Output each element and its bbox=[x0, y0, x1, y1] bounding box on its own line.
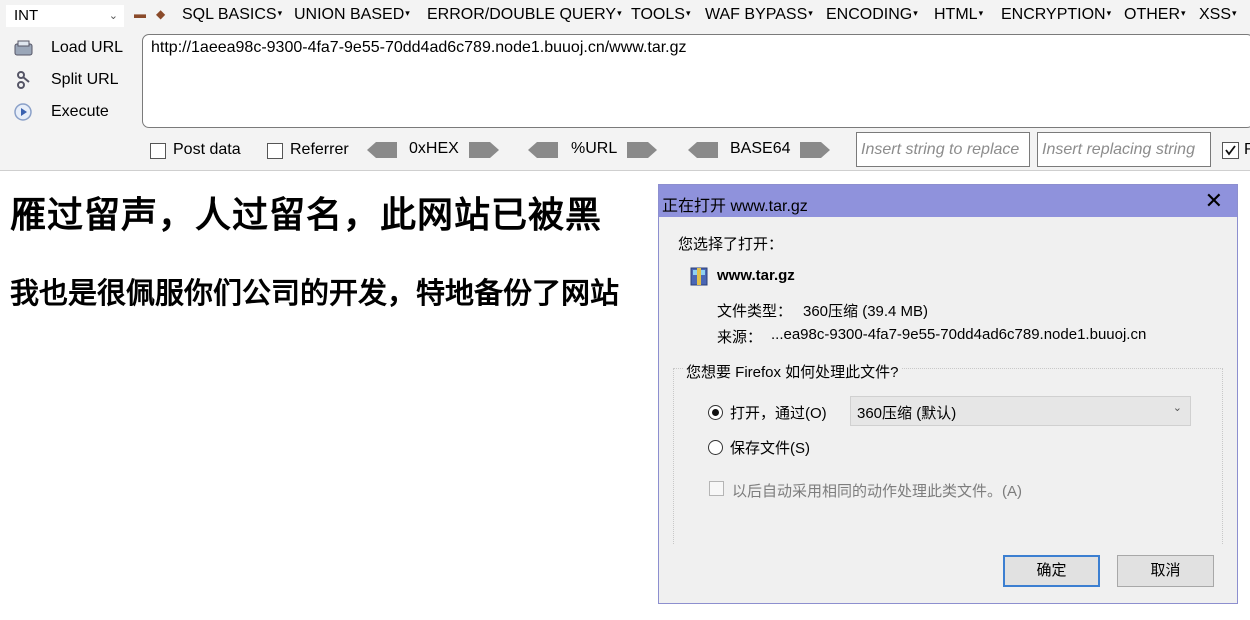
hex-label: 0xHEX bbox=[409, 140, 459, 157]
menu-sql-basics[interactable]: SQL BASICS▾ bbox=[182, 6, 282, 24]
download-dialog: 正在打开 www.tar.gz ✕ 您选择了打开： www.tar.gz 文件类… bbox=[658, 184, 1238, 604]
base64-label: BASE64 bbox=[730, 140, 791, 157]
cancel-button[interactable]: 取消 bbox=[1117, 555, 1214, 587]
url-encode-arrow-icon[interactable] bbox=[627, 142, 657, 158]
ok-button[interactable]: 确定 bbox=[1003, 555, 1100, 587]
ok-button-label: 确定 bbox=[1036, 562, 1067, 579]
page-heading: 雁过留声，人过留名，此网站已被黑 bbox=[10, 194, 603, 235]
menu-xss[interactable]: XSS▾ bbox=[1199, 6, 1237, 24]
post-data-checkbox[interactable] bbox=[150, 143, 166, 159]
url-text: http://1aeea98c-9300-4fa7-9e55-70dd4ad6c… bbox=[151, 39, 687, 56]
save-file-label: 保存文件(S) bbox=[730, 440, 810, 457]
hackbar-menubar: INT ⌄ ▬ ◆ SQL BASICS▾ UNION BASED▾ ERROR… bbox=[0, 0, 1250, 32]
menu-label: WAF BYPASS bbox=[705, 6, 808, 23]
url-textarea[interactable]: http://1aeea98c-9300-4fa7-9e55-70dd4ad6c… bbox=[142, 34, 1250, 128]
replace-all-checkbox[interactable] bbox=[1222, 142, 1239, 159]
chevron-down-icon: ⌄ bbox=[1172, 402, 1182, 414]
dropdown-arrow-icon: ▾ bbox=[685, 8, 691, 18]
dialog-title: 正在打开 www.tar.gz bbox=[662, 198, 808, 215]
save-file-radio[interactable] bbox=[708, 440, 723, 455]
dropdown-arrow-icon: ▾ bbox=[978, 8, 984, 18]
dropdown-arrow-icon: ▾ bbox=[617, 8, 622, 18]
chosen-label: 您选择了打开： bbox=[678, 236, 784, 253]
menu-union-based[interactable]: UNION BASED▾ bbox=[294, 6, 410, 24]
post-data-label: Post data bbox=[173, 141, 241, 158]
menu-encoding[interactable]: ENCODING▾ bbox=[826, 6, 918, 24]
open-with-label: 打开，通过(O) bbox=[730, 405, 827, 422]
file-source-label: 来源： bbox=[717, 329, 763, 346]
auto-action-checkbox[interactable] bbox=[709, 481, 724, 496]
execute-icon bbox=[14, 103, 32, 121]
dropdown-arrow-icon: ▾ bbox=[1181, 8, 1186, 18]
split-url-icon bbox=[17, 71, 30, 89]
dropdown-arrow-icon: ▾ bbox=[1106, 8, 1112, 18]
menu-html[interactable]: HTML▾ bbox=[934, 6, 983, 24]
split-url-label: Split URL bbox=[51, 71, 119, 88]
replace-string-input[interactable]: Insert string to replace bbox=[856, 132, 1030, 167]
menu-error-double-query[interactable]: ERROR/DOUBLE QUERY▾ bbox=[427, 6, 622, 24]
menu-label: SQL BASICS bbox=[182, 6, 277, 23]
menu-tools[interactable]: TOOLS▾ bbox=[631, 6, 690, 24]
menu-encryption[interactable]: ENCRYPTION▾ bbox=[1001, 6, 1111, 24]
url-encode-label: %URL bbox=[571, 140, 618, 157]
replace-string-placeholder: Insert string to replace bbox=[861, 141, 1020, 158]
url-decode-arrow-icon[interactable] bbox=[528, 142, 558, 158]
open-with-app-select[interactable]: 360压缩 (默认) ⌄ bbox=[850, 396, 1191, 426]
referrer-label: Referrer bbox=[290, 141, 349, 158]
replacing-string-input[interactable]: Insert replacing string bbox=[1037, 132, 1211, 167]
hackbar-toolbar: INT ⌄ ▬ ◆ SQL BASICS▾ UNION BASED▾ ERROR… bbox=[0, 0, 1250, 171]
load-url-label: Load URL bbox=[51, 39, 124, 56]
referrer-checkbox[interactable] bbox=[267, 143, 283, 159]
menu-label: ENCODING bbox=[826, 6, 913, 23]
replace-all-label: R bbox=[1244, 141, 1250, 158]
archive-file-icon bbox=[690, 267, 708, 286]
base64-encode-arrow-icon[interactable] bbox=[800, 142, 830, 158]
minus-icon[interactable]: ▬ bbox=[134, 7, 146, 21]
file-source-value: ...ea98c-9300-4fa7-9e55-70dd4ad6c789.nod… bbox=[771, 326, 1147, 343]
menu-other[interactable]: OTHER▾ bbox=[1124, 6, 1186, 24]
dialog-filename: www.tar.gz bbox=[717, 267, 795, 284]
menu-waf-bypass[interactable]: WAF BYPASS▾ bbox=[705, 6, 813, 24]
execute-label: Execute bbox=[51, 103, 109, 120]
menu-label: UNION BASED bbox=[294, 6, 405, 23]
auto-action-label: 以后自动采用相同的动作处理此类文件。(A) bbox=[732, 483, 1022, 500]
checkmark-icon bbox=[1225, 145, 1236, 156]
hex-decode-arrow-icon[interactable] bbox=[367, 142, 397, 158]
open-with-app-value: 360压缩 (默认) bbox=[857, 405, 957, 422]
replacing-string-placeholder: Insert replacing string bbox=[1042, 141, 1195, 158]
tool-icon[interactable]: ◆ bbox=[156, 7, 165, 21]
injection-type-select[interactable]: INT ⌄ bbox=[6, 5, 124, 27]
cancel-button-label: 取消 bbox=[1150, 562, 1181, 579]
open-with-radio[interactable] bbox=[708, 405, 723, 420]
dialog-titlebar: 正在打开 www.tar.gz ✕ bbox=[659, 185, 1237, 217]
dropdown-arrow-icon: ▾ bbox=[1232, 8, 1237, 18]
action-question: 您想要 Firefox 如何处理此文件? bbox=[683, 361, 902, 382]
menu-label: XSS bbox=[1199, 6, 1232, 23]
close-icon[interactable]: ✕ bbox=[1205, 188, 1223, 214]
menu-label: OTHER bbox=[1124, 6, 1180, 23]
file-type-label: 文件类型： bbox=[717, 303, 793, 320]
split-url-button[interactable]: Split URL bbox=[8, 67, 134, 93]
menu-label: TOOLS bbox=[631, 6, 685, 23]
base64-decode-arrow-icon[interactable] bbox=[688, 142, 718, 158]
load-url-button[interactable]: Load URL bbox=[8, 35, 134, 61]
options-row: Post data Referrer 0xHEX %URL BASE64 Ins… bbox=[0, 131, 1250, 169]
dropdown-arrow-icon: ▾ bbox=[277, 8, 283, 18]
chevron-down-icon: ⌄ bbox=[108, 10, 118, 22]
menu-label: ENCRYPTION bbox=[1001, 6, 1106, 23]
dropdown-arrow-icon: ▾ bbox=[808, 8, 813, 18]
load-url-icon bbox=[14, 40, 33, 56]
page-subheading: 我也是很佩服你们公司的开发，特地备份了网站 bbox=[10, 278, 620, 310]
menu-label: HTML bbox=[934, 6, 978, 23]
file-type-value: 360压缩 (39.4 MB) bbox=[803, 303, 929, 320]
injection-type-value: INT bbox=[14, 7, 39, 24]
dropdown-arrow-icon: ▾ bbox=[405, 8, 410, 18]
hex-encode-arrow-icon[interactable] bbox=[469, 142, 499, 158]
menu-label: ERROR/DOUBLE QUERY bbox=[427, 6, 617, 23]
dropdown-arrow-icon: ▾ bbox=[913, 8, 918, 18]
execute-button[interactable]: Execute bbox=[8, 99, 134, 125]
